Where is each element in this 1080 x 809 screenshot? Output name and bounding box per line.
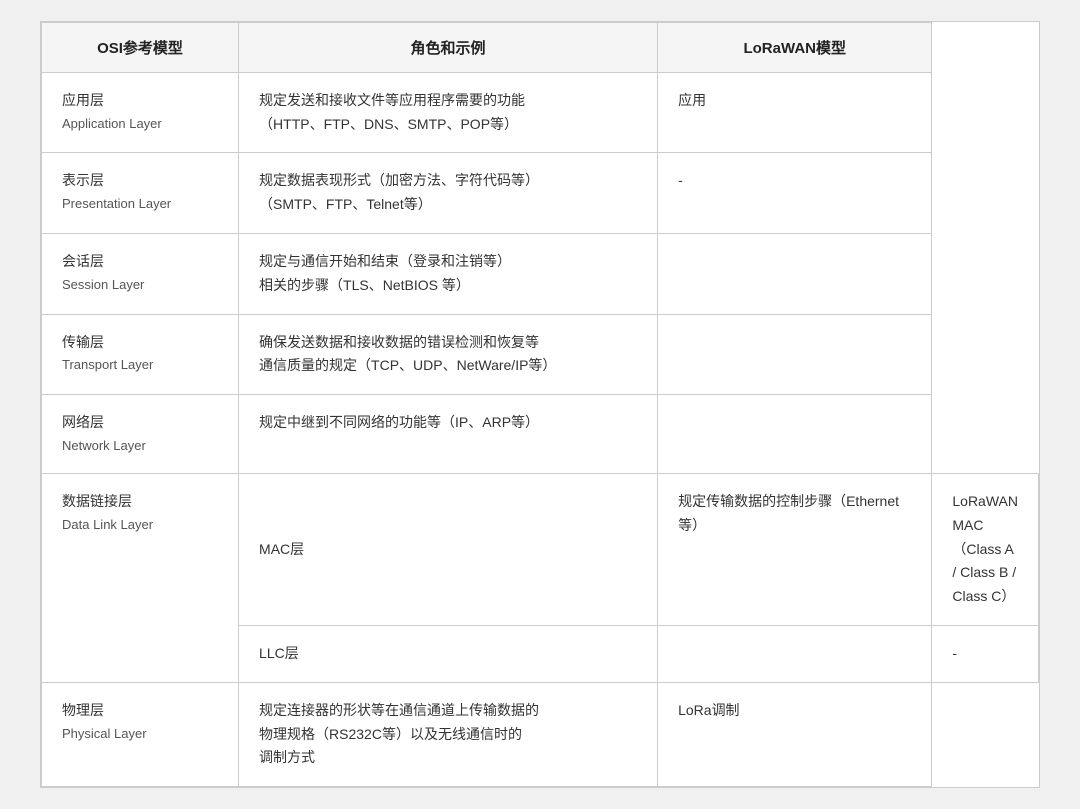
lorawan-cell: - xyxy=(932,626,1039,683)
layer-name-en: Data Link Layer xyxy=(62,514,218,536)
osi-cell: 数据链接层Data Link Layer xyxy=(42,474,239,683)
layer-name-zh: 应用层 xyxy=(62,89,218,113)
osi-cell: 应用层Application Layer xyxy=(42,72,239,153)
role-cell: 规定与通信开始和结束（登录和注销等） 相关的步骤（TLS、NetBIOS 等） xyxy=(239,233,658,314)
layer-name-en: Transport Layer xyxy=(62,354,218,376)
header-lorawan: LoRaWAN模型 xyxy=(658,22,932,72)
osi-cell: 传输层Transport Layer xyxy=(42,314,239,395)
lorawan-cell xyxy=(658,314,932,395)
lorawan-cell xyxy=(658,233,932,314)
layer-name-zh: 传输层 xyxy=(62,331,218,355)
layer-name-en: Network Layer xyxy=(62,435,218,457)
lorawan-cell: LoRa调制 xyxy=(658,682,932,786)
layer-name-zh: 物理层 xyxy=(62,699,218,723)
osi-cell: 网络层Network Layer xyxy=(42,395,239,474)
role-cell: 规定数据表现形式（加密方法、字符代码等） （SMTP、FTP、Telnet等） xyxy=(239,153,658,234)
layer-name-en: Physical Layer xyxy=(62,723,218,745)
osi-table-wrapper: OSI参考模型 角色和示例 LoRaWAN模型 应用层Application L… xyxy=(40,21,1040,788)
layer-name-zh: 表示层 xyxy=(62,169,218,193)
table-row: 传输层Transport Layer确保发送数据和接收数据的错误检测和恢复等 通… xyxy=(42,314,1039,395)
lorawan-cell: LoRaWAN MAC （Class A / Class B / Class C… xyxy=(932,474,1039,626)
table-row: 应用层Application Layer规定发送和接收文件等应用程序需要的功能 … xyxy=(42,72,1039,153)
layer-name-en: Application Layer xyxy=(62,113,218,135)
sub-layer-cell: LLC层 xyxy=(239,626,658,683)
role-cell: 规定连接器的形状等在通信通道上传输数据的 物理规格（RS232C等）以及无线通信… xyxy=(239,682,658,786)
table-row: 网络层Network Layer规定中继到不同网络的功能等（IP、ARP等） xyxy=(42,395,1039,474)
layer-name-zh: 数据链接层 xyxy=(62,490,218,514)
osi-cell: 表示层Presentation Layer xyxy=(42,153,239,234)
role-cell xyxy=(658,626,932,683)
layer-name-zh: 网络层 xyxy=(62,411,218,435)
table-row: 数据链接层Data Link Layer MAC层规定传输数据的控制步骤（Ethe… xyxy=(42,474,1039,626)
role-cell: 规定传输数据的控制步骤（Ethernet等） xyxy=(658,474,932,626)
lorawan-cell xyxy=(658,395,932,474)
lorawan-cell: - xyxy=(658,153,932,234)
role-cell: 规定中继到不同网络的功能等（IP、ARP等） xyxy=(239,395,658,474)
table-row: 表示层Presentation Layer规定数据表现形式（加密方法、字符代码等… xyxy=(42,153,1039,234)
osi-table: OSI参考模型 角色和示例 LoRaWAN模型 应用层Application L… xyxy=(41,22,1039,787)
role-cell: 规定发送和接收文件等应用程序需要的功能 （HTTP、FTP、DNS、SMTP、P… xyxy=(239,72,658,153)
layer-name-zh: 会话层 xyxy=(62,250,218,274)
table-row: 会话层Session Layer规定与通信开始和结束（登录和注销等） 相关的步骤… xyxy=(42,233,1039,314)
header-osi: OSI参考模型 xyxy=(42,22,239,72)
sub-layer-cell: MAC层 xyxy=(239,474,658,626)
layer-name-en: Session Layer xyxy=(62,274,218,296)
osi-cell: 物理层Physical Layer xyxy=(42,682,239,786)
osi-cell: 会话层Session Layer xyxy=(42,233,239,314)
role-cell: 确保发送数据和接收数据的错误检测和恢复等 通信质量的规定（TCP、UDP、Net… xyxy=(239,314,658,395)
lorawan-cell: 应用 xyxy=(658,72,932,153)
table-row: 物理层Physical Layer规定连接器的形状等在通信通道上传输数据的 物理… xyxy=(42,682,1039,786)
header-role: 角色和示例 xyxy=(239,22,658,72)
table-header-row: OSI参考模型 角色和示例 LoRaWAN模型 xyxy=(42,22,1039,72)
layer-name-en: Presentation Layer xyxy=(62,193,218,215)
